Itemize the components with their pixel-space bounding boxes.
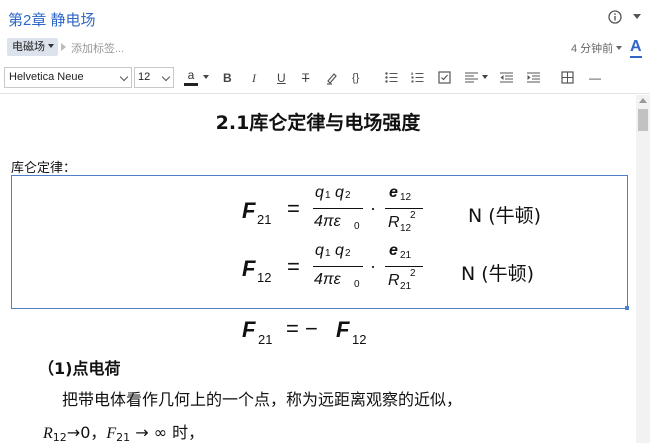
- formula-image-selected[interactable]: F 21 = q 1 q 2 4πε 0 · e 12 R 12 2 N (牛顿…: [11, 175, 629, 310]
- eq3-rhs-sub: 12: [352, 332, 367, 347]
- eq2-fraction-bar-1: [313, 266, 363, 268]
- condition-arrow-zero: →0，: [66, 423, 107, 442]
- paragraph: 把带电体看作几何上的一个点，称为远距离观察的近似，: [62, 390, 463, 409]
- eq1-den: 4πε: [314, 213, 341, 230]
- note-editor[interactable]: 2.1库仑定律与电场强度 库仑定律： F 21 = q 1 q 2 4πε 0 …: [0, 95, 636, 443]
- horizontal-rule-icon[interactable]: —: [589, 71, 601, 85]
- last-edited-dropdown[interactable]: 4 分钟前: [571, 40, 623, 56]
- condition-r: R: [43, 425, 53, 442]
- condition-f: F: [106, 425, 117, 442]
- eq2-lhs: F: [242, 256, 256, 281]
- eq1-r-sub: 12: [400, 223, 412, 234]
- align-icon[interactable]: [465, 72, 478, 83]
- eq2-r: R: [388, 272, 400, 289]
- eq2-unit: N (牛顿): [461, 263, 535, 285]
- underline-icon[interactable]: U: [277, 71, 286, 85]
- eq3-equals-minus: = −: [286, 316, 318, 341]
- font-family-select[interactable]: Helvetica Neue: [4, 67, 132, 88]
- highlighter-icon[interactable]: [325, 71, 339, 85]
- eq2-num-b: q: [335, 242, 344, 259]
- font-color-swatch: [184, 83, 198, 86]
- eq2-lhs-sub: 12: [257, 270, 272, 285]
- bold-icon[interactable]: B: [223, 71, 232, 85]
- eq1-unit-vector: e: [389, 184, 398, 201]
- chevron-down-icon: [48, 44, 54, 48]
- strikethrough-icon[interactable]: T: [302, 71, 309, 85]
- eq2-den: 4πε: [314, 271, 341, 288]
- resize-handle[interactable]: [625, 306, 629, 310]
- vertical-scrollbar[interactable]: [636, 95, 650, 443]
- table-icon[interactable]: [561, 71, 574, 84]
- eq2-r-sub: 21: [400, 281, 412, 292]
- format-toolbar: Helvetica Neue 12 a B I U T {} —: [0, 62, 650, 94]
- eq2-den-sub: 0: [354, 279, 360, 290]
- condition-arrow-inf: → ∞ 时，: [130, 423, 205, 442]
- last-edited-label: 4 分钟前: [571, 43, 614, 55]
- font-family-value: Helvetica Neue: [9, 71, 84, 83]
- notebook-tag-label: 电磁场: [12, 41, 45, 53]
- condition-line: R12→0，F21 → ∞ 时，: [43, 419, 204, 443]
- eq1-fraction-bar-1: [313, 208, 363, 210]
- eq1-lhs: F: [242, 198, 256, 223]
- note-menu-caret-icon[interactable]: [633, 14, 641, 19]
- font-color-label: a: [187, 68, 195, 82]
- eq2-dot: ·: [370, 256, 376, 276]
- note-title-bar: 第2章 静电场: [0, 0, 650, 36]
- eq1-num-a: q: [315, 184, 324, 201]
- eq2-unit-vector: e: [389, 242, 398, 259]
- scroll-thumb[interactable]: [638, 109, 648, 131]
- eq1-dot: ·: [370, 198, 376, 218]
- italic-icon[interactable]: I: [252, 71, 256, 85]
- eq3-lhs: F: [242, 317, 256, 342]
- chevron-down-icon: [119, 72, 129, 82]
- notebook-tag[interactable]: 电磁场: [7, 38, 58, 56]
- eq1-fraction-bar-2: [385, 208, 423, 210]
- eq1-num-b-sub: 2: [345, 190, 351, 201]
- tag-separator-icon: [61, 43, 66, 51]
- section-heading: 2.1库仑定律与电场强度: [215, 112, 421, 134]
- eq1-num-a-sub: 1: [325, 190, 331, 201]
- eq1-equals: =: [287, 196, 300, 221]
- outdent-icon[interactable]: [500, 72, 513, 83]
- text-style-icon[interactable]: A: [630, 38, 642, 58]
- chevron-down-icon[interactable]: [203, 75, 209, 79]
- eq2-equals: =: [287, 254, 300, 279]
- font-size-value: 12: [138, 71, 151, 83]
- chevron-down-icon: [616, 46, 623, 50]
- subsection-heading: （1)点电荷: [38, 359, 121, 378]
- tag-bar: 电磁场 添加标签... 4 分钟前: [0, 36, 650, 58]
- eq2-num-a-sub: 1: [325, 248, 331, 259]
- info-icon[interactable]: [608, 10, 622, 24]
- eq1-den-sub: 0: [354, 221, 360, 232]
- eq2-num-a: q: [315, 242, 324, 259]
- eq1-num-b: q: [335, 184, 344, 201]
- eq1-r: R: [388, 214, 400, 231]
- font-color-button[interactable]: a: [184, 68, 198, 86]
- eq3-lhs-sub: 21: [258, 332, 273, 347]
- font-size-select[interactable]: 12: [134, 67, 174, 88]
- code-icon[interactable]: {}: [352, 71, 359, 85]
- chevron-down-icon[interactable]: [482, 75, 488, 79]
- eq2-r-sup: 2: [410, 268, 416, 279]
- condition-r-sub: 12: [52, 431, 67, 443]
- add-tag-input[interactable]: 添加标签...: [71, 40, 124, 56]
- eq1-unit: N (牛顿): [468, 205, 542, 227]
- condition-f-sub: 21: [116, 431, 131, 443]
- chevron-down-icon: [161, 72, 171, 82]
- checklist-icon[interactable]: [438, 71, 451, 84]
- scroll-up-icon[interactable]: [639, 98, 647, 103]
- eq2-unit-vector-sub: 21: [400, 250, 412, 261]
- eq1-unit-vector-sub: 12: [400, 192, 412, 203]
- eq2-num-b-sub: 2: [345, 248, 351, 259]
- eq3-rhs: F: [336, 317, 350, 342]
- bullet-list-icon[interactable]: [385, 72, 398, 83]
- note-title[interactable]: 第2章 静电场: [8, 9, 96, 30]
- indent-icon[interactable]: [527, 72, 540, 83]
- eq1-r-sup: 2: [410, 210, 416, 221]
- eq2-fraction-bar-2: [385, 266, 423, 268]
- coulomb-law-label: 库仑定律：: [11, 161, 77, 176]
- eq1-lhs-sub: 21: [257, 212, 272, 227]
- numbered-list-icon[interactable]: [411, 72, 424, 83]
